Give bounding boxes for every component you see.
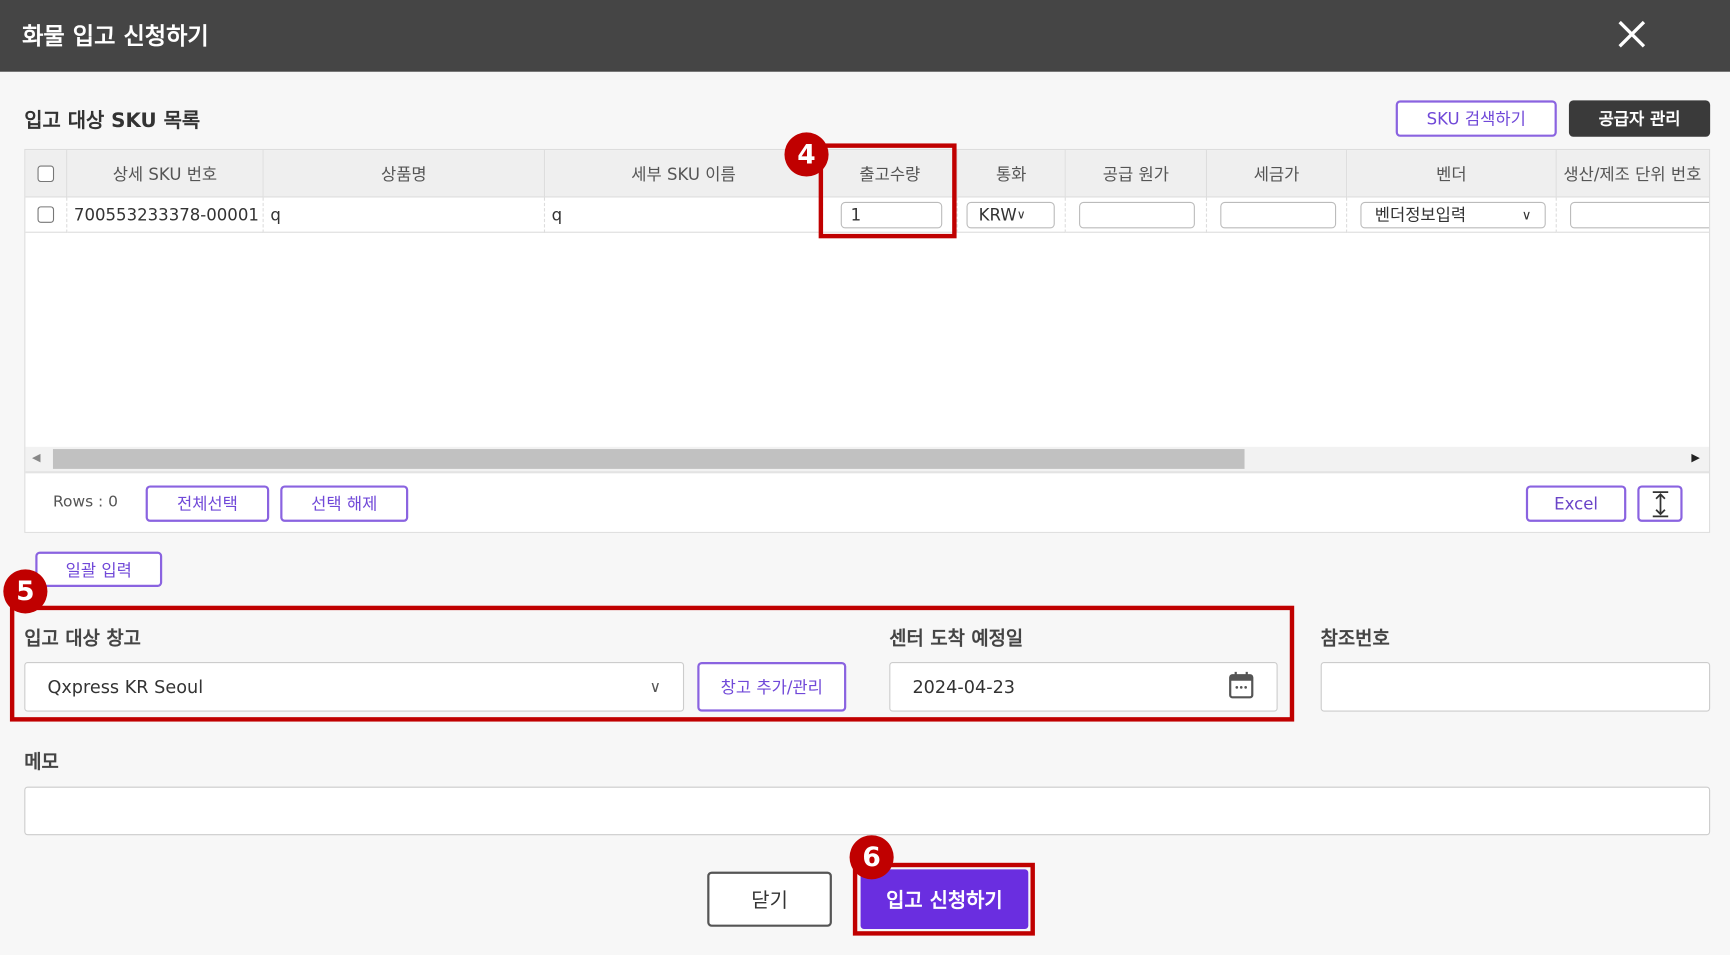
annotation-box-4 <box>818 143 957 239</box>
tax-input[interactable] <box>1220 201 1337 228</box>
annotation-badge: 5 <box>3 569 48 614</box>
annotation-badge: 4 <box>784 132 829 177</box>
memo-input[interactable] <box>24 786 1711 836</box>
currency-value: KRW <box>978 204 1017 225</box>
grid-footer: Rows : 0 전체선택 선택 해제 Excel <box>25 471 1710 532</box>
col-header[interactable]: 세부 SKU 이름 <box>545 150 824 198</box>
excel-button[interactable]: Excel <box>1525 485 1627 522</box>
col-header[interactable]: 벤더 <box>1347 150 1557 198</box>
sub-sku-name: q <box>545 197 824 233</box>
inbound-request-dialog: 화물 입고 신청하기 입고 대상 SKU 목록 SKU 검색하기 공급자 관리 … <box>0 0 1730 955</box>
chevron-down-icon: ∨ <box>1521 206 1532 223</box>
product-name: q <box>263 197 546 233</box>
row-checkbox[interactable] <box>37 206 55 223</box>
scroll-left-icon[interactable]: ◀ <box>32 452 40 464</box>
vendor-value: 벤더정보입력 <box>1374 205 1467 226</box>
close-button[interactable]: 닫기 <box>707 871 832 927</box>
select-all-checkbox[interactable] <box>37 164 55 182</box>
currency-select[interactable]: KRW ∨ <box>966 201 1055 228</box>
close-icon[interactable] <box>1613 15 1651 53</box>
lot-number-input[interactable] <box>1570 201 1710 228</box>
col-header[interactable]: 세금가 <box>1207 150 1348 198</box>
supply-cost-input[interactable] <box>1079 201 1195 228</box>
col-header[interactable]: 상품명 <box>263 150 546 198</box>
col-header[interactable]: 생산/제조 단위 번호 <box>1556 150 1710 198</box>
col-header[interactable]: 상세 SKU 번호 <box>67 150 264 198</box>
resize-height-icon[interactable] <box>1637 485 1683 522</box>
reference-label: 참조번호 <box>1320 627 1390 650</box>
scroll-right-icon[interactable]: ▶ <box>1691 452 1699 464</box>
reference-input[interactable] <box>1320 661 1711 712</box>
col-header[interactable]: 통화 <box>957 150 1066 198</box>
header-select-all <box>25 150 68 198</box>
sku-number: 700553233378-00001 <box>67 197 264 233</box>
dialog-header <box>0 0 1730 72</box>
select-all-button[interactable]: 전체선택 <box>145 485 270 522</box>
vendor-select[interactable]: 벤더정보입력 ∨ <box>1360 201 1546 228</box>
col-header[interactable]: 공급 원가 <box>1065 150 1208 198</box>
bulk-input-button[interactable]: 일괄 입력 <box>35 551 163 587</box>
annotation-badge: 6 <box>849 835 894 880</box>
scrollbar-thumb[interactable] <box>52 449 1245 469</box>
annotation-box-5 <box>9 605 1295 722</box>
deselect-button[interactable]: 선택 해제 <box>280 485 409 522</box>
dialog-title: 화물 입고 신청하기 <box>22 23 209 50</box>
rows-count: Rows : 0 <box>52 493 118 511</box>
supplier-manage-button[interactable]: 공급자 관리 <box>1568 100 1711 137</box>
horizontal-scrollbar[interactable]: ◀ ▶ <box>25 446 1710 472</box>
sku-search-button[interactable]: SKU 검색하기 <box>1395 100 1557 137</box>
sku-list-title: 입고 대상 SKU 목록 <box>24 109 201 133</box>
memo-label: 메모 <box>24 751 59 774</box>
chevron-down-icon: ∨ <box>1016 207 1026 222</box>
